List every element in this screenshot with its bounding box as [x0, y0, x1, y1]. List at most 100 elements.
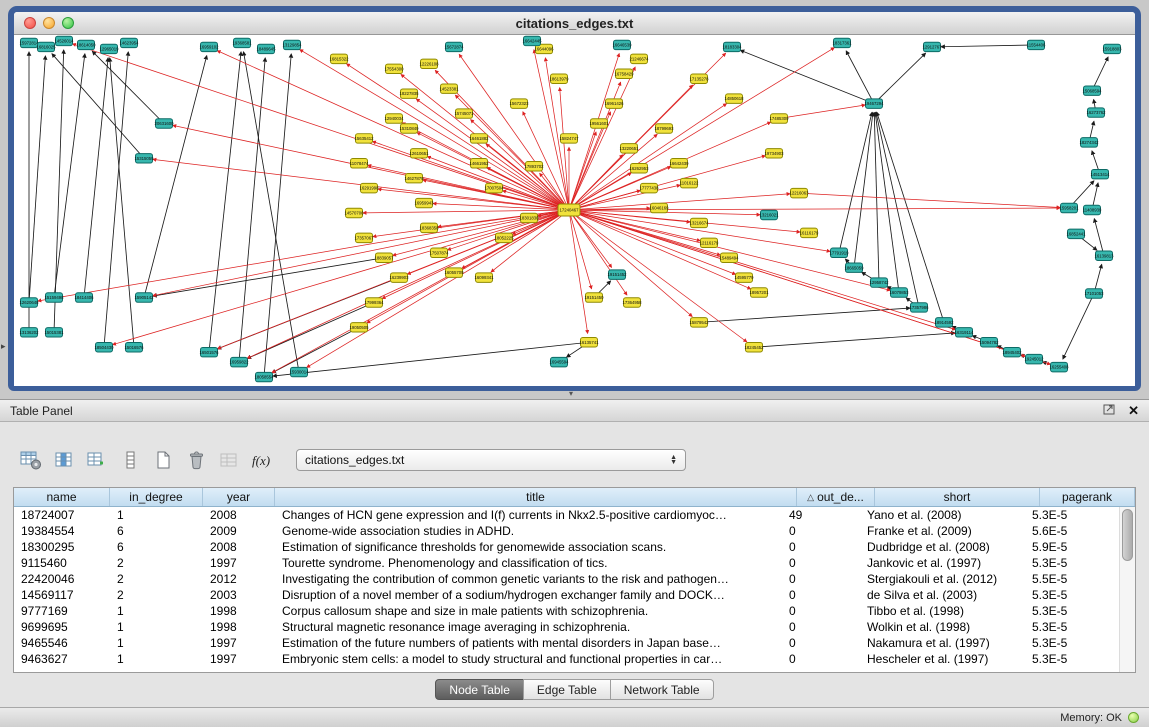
graph-node[interactable]: 16501576 [199, 347, 219, 356]
graph-node[interactable]: 16959102 [199, 42, 219, 51]
graph-node[interactable]: 11554406 [1027, 40, 1046, 49]
graph-node[interactable]: 19245012 [1024, 354, 1044, 363]
table-scrollbar[interactable] [1119, 507, 1135, 672]
float-panel-icon[interactable] [1103, 402, 1116, 420]
tab-edge-table[interactable]: Edge Table [523, 679, 611, 700]
graph-node[interactable]: 16239903 [389, 273, 409, 282]
table-row[interactable]: 1830029562008Estimation of significance … [14, 539, 1120, 555]
table-row[interactable]: 1872400712008Changes of HCN gene express… [14, 507, 1120, 523]
graph-node[interactable]: 15489494 [719, 253, 739, 262]
graph-node[interactable]: 19151452 [607, 270, 627, 279]
graph-node[interactable]: 18368358 [419, 223, 439, 232]
graph-node[interactable]: 19561601 [589, 119, 609, 128]
graph-node[interactable]: 18799693 [654, 124, 674, 133]
graph-node[interactable]: 15159498 [44, 293, 64, 302]
graph-node[interactable]: 17357986 [909, 303, 929, 312]
graph-node[interactable]: 18227835 [399, 89, 419, 98]
row-view-button[interactable] [117, 448, 143, 472]
graph-node[interactable]: 14513414 [1090, 169, 1110, 178]
graph-node[interactable]: 18489645 [256, 44, 276, 53]
graph-node[interactable]: 12610651 [409, 149, 429, 158]
graph-node[interactable]: 18914592 [934, 318, 954, 327]
graph-node[interactable]: 18274342 [1079, 138, 1099, 147]
column-header-year[interactable]: year [203, 488, 275, 506]
graph-node[interactable]: 16945594 [549, 357, 569, 366]
new-table-button[interactable] [150, 448, 176, 472]
graph-node[interactable]: 12620648 [19, 298, 39, 307]
graph-node[interactable]: 19151450 [584, 293, 604, 302]
graph-node[interactable]: 13216021 [759, 210, 779, 219]
graph-node[interactable]: 17777438 [639, 183, 659, 192]
function-builder-button[interactable]: f(x) [249, 448, 275, 472]
graph-node[interactable]: 16055709 [444, 268, 464, 277]
column-header-in_degree[interactable]: in_degree [110, 488, 203, 506]
graph-node[interactable]: 14627879 [404, 173, 424, 182]
graph-node[interactable]: 14570706 [344, 208, 364, 217]
graph-node[interactable]: 16099341 [474, 273, 494, 282]
table-row[interactable]: 1938455462009Genome-wide association stu… [14, 523, 1120, 539]
graph-node[interactable]: 17135278 [689, 74, 709, 83]
graph-node[interactable]: 13129854 [282, 40, 302, 49]
column-header-pagerank[interactable]: pagerank [1040, 488, 1135, 506]
graph-node[interactable]: 17357067 [354, 233, 374, 242]
graph-node[interactable]: 16959943 [414, 198, 434, 207]
graph-node[interactable]: 15905142 [134, 293, 154, 302]
graph-node[interactable]: 16961426 [604, 99, 624, 108]
zoom-window-button[interactable] [62, 17, 74, 29]
network-view[interactable]: 1724046716815322175543001822783512940034… [14, 35, 1135, 386]
table-row[interactable]: 969969511998Structural magnetic resonanc… [14, 619, 1120, 635]
graph-node[interactable]: 16816025 [36, 42, 56, 51]
graph-node[interactable]: 18613979 [549, 74, 569, 83]
graph-node[interactable]: 12226108 [419, 59, 439, 68]
graph-node[interactable]: 11408939 [1083, 205, 1102, 214]
collapse-arrow-icon[interactable]: ▸ [1, 342, 6, 351]
minimize-window-button[interactable] [43, 17, 55, 29]
graph-node[interactable]: 16255408 [1049, 362, 1069, 371]
graph-node[interactable]: 16852441 [1066, 229, 1086, 238]
graph-node[interactable]: 15745071 [454, 109, 474, 118]
graph-node[interactable]: 15918803 [1102, 44, 1122, 53]
graph-node[interactable]: 19368581 [232, 38, 252, 47]
graph-node[interactable]: 15958201 [1059, 203, 1079, 212]
graph-node[interactable]: 12216063 [789, 188, 809, 197]
graph-node[interactable]: 17101053 [1084, 289, 1104, 298]
graph-node[interactable]: 15094782 [979, 338, 999, 347]
table-row[interactable]: 2242004622012Investigating the contribut… [14, 571, 1120, 587]
graph-node[interactable]: 19050505 [349, 323, 369, 332]
graph-node[interactable]: 16815322 [329, 54, 349, 63]
graph-node[interactable]: 12912767 [922, 42, 942, 51]
graph-node[interactable]: 15635412 [354, 134, 374, 143]
close-panel-icon[interactable]: ✕ [1128, 404, 1139, 417]
table-row[interactable]: 911546021997Tourette syndrome. Phenomeno… [14, 555, 1120, 571]
graph-node[interactable]: 15672323 [509, 99, 529, 108]
graph-node[interactable]: 18945402 [1002, 347, 1022, 356]
table-selector-combo[interactable]: citations_edges.txt ▲▼ [296, 449, 686, 471]
graph-node[interactable]: 17485309 [769, 114, 789, 123]
graph-node[interactable]: 12958742 [869, 278, 889, 287]
graph-node[interactable]: 12965019 [99, 44, 119, 53]
graph-node[interactable]: 14850618 [724, 94, 744, 103]
graph-node[interactable]: 18414406 [74, 293, 94, 302]
graph-node[interactable]: 15015381 [44, 328, 64, 337]
graph-node[interactable]: 14661952 [469, 159, 489, 168]
window-titlebar[interactable]: citations_edges.txt [14, 12, 1135, 35]
graph-node[interactable]: 13216674 [689, 218, 709, 227]
graph-node[interactable]: 16959822 [229, 357, 249, 366]
column-header-name[interactable]: name [14, 488, 110, 506]
graph-node[interactable]: 16273762 [1086, 108, 1106, 117]
splitter-handle[interactable]: ▾ [569, 390, 573, 398]
graph-node[interactable]: 11078474 [350, 159, 369, 168]
graph-node[interactable]: 12940034 [384, 114, 404, 123]
column-header-out_de[interactable]: △out_de... [797, 488, 875, 506]
graph-node[interactable]: 16461882 [469, 134, 489, 143]
graph-node[interactable]: 18317361 [832, 38, 852, 47]
graph-node[interactable]: 21246674 [629, 54, 649, 63]
graph-node[interactable]: 18301830 [519, 213, 539, 222]
graph-node[interactable]: 17554300 [384, 64, 404, 73]
graph-node[interactable]: 15315059 [134, 154, 154, 163]
graph-node[interactable]: 12116179 [700, 238, 719, 247]
table-row[interactable]: 946362711997Embryonic stem cells: a mode… [14, 651, 1120, 667]
graph-node[interactable]: 16262953 [629, 164, 649, 173]
graph-node[interactable]: 18052225 [494, 233, 514, 242]
graph-node[interactable]: 16135741 [579, 338, 599, 347]
